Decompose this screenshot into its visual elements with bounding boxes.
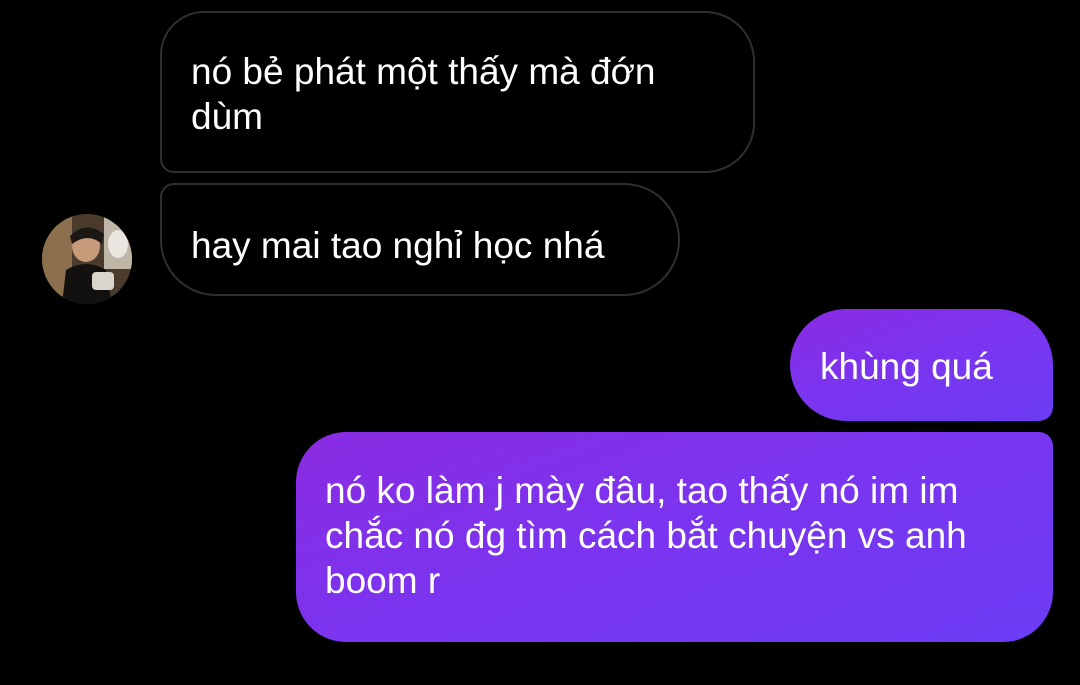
incoming-message-bubble[interactable]: nó bẻ phát một thấy mà đớn dùm	[160, 11, 755, 173]
message-text: nó ko làm j mày đâu, tao thấy nó im im c…	[325, 470, 967, 601]
contact-avatar[interactable]	[42, 214, 132, 304]
avatar-photo-icon	[42, 214, 132, 304]
incoming-message-bubble[interactable]: hay mai tao nghỉ học nhá	[160, 183, 680, 296]
message-text: nó bẻ phát một thấy mà đớn dùm	[191, 51, 656, 137]
message-text: hay mai tao nghỉ học nhá	[191, 225, 605, 266]
outgoing-message-bubble[interactable]: nó ko làm j mày đâu, tao thấy nó im im c…	[296, 432, 1053, 642]
message-text: khùng quá	[820, 346, 993, 387]
outgoing-message-bubble[interactable]: khùng quá	[790, 309, 1053, 421]
